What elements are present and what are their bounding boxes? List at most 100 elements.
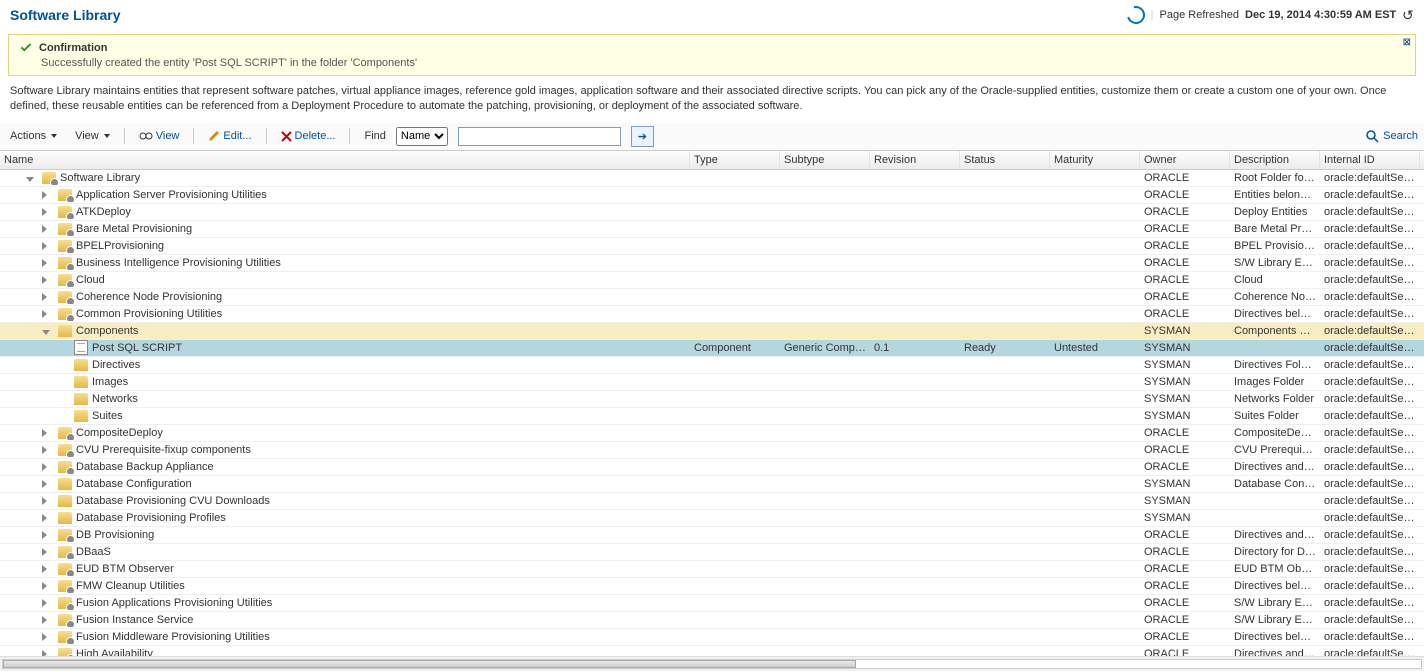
node-label: Database Provisioning Profiles xyxy=(76,512,226,524)
col-name[interactable]: Name xyxy=(0,151,690,169)
page-header: Software Library | Page Refreshed Dec 19… xyxy=(0,0,1424,30)
cell-mat xyxy=(1050,296,1140,298)
expand-icon[interactable] xyxy=(42,496,52,506)
table-row[interactable]: ImagesSYSMANImages Folderoracle:defaultS… xyxy=(0,374,1424,391)
expand-icon[interactable] xyxy=(42,547,52,557)
folder-icon xyxy=(74,410,88,422)
expand-icon[interactable] xyxy=(42,530,52,540)
cell-desc: Database Configur… xyxy=(1230,477,1320,491)
table-row[interactable]: Fusion Applications Provisioning Utiliti… xyxy=(0,595,1424,612)
find-go-button[interactable]: ➔ xyxy=(631,126,654,147)
table-row[interactable]: Database Backup ApplianceORACLEDirective… xyxy=(0,459,1424,476)
search-button[interactable]: Search xyxy=(1365,129,1418,143)
table-row[interactable]: CVU Prerequisite-fixup componentsORACLEC… xyxy=(0,442,1424,459)
table-row[interactable]: Bare Metal ProvisioningORACLEBare Metal … xyxy=(0,221,1424,238)
delete-icon xyxy=(281,131,292,142)
table-row[interactable]: Database Provisioning ProfilesSYSMANorac… xyxy=(0,510,1424,527)
cell-status xyxy=(960,466,1050,468)
col-revision[interactable]: Revision xyxy=(870,151,960,169)
node-label: Bare Metal Provisioning xyxy=(76,223,192,235)
cell-desc: Directory for Data… xyxy=(1230,545,1320,559)
expand-icon[interactable] xyxy=(42,479,52,489)
refresh-icon[interactable]: ↻ xyxy=(1402,7,1414,24)
col-internal-id[interactable]: Internal ID xyxy=(1320,151,1420,169)
table-row[interactable]: Fusion Instance ServiceORACLES/W Library… xyxy=(0,612,1424,629)
col-subtype[interactable]: Subtype xyxy=(780,151,870,169)
delete-button[interactable]: Delete... xyxy=(277,129,340,143)
expand-icon[interactable] xyxy=(42,241,52,251)
collapse-icon[interactable] xyxy=(42,326,52,336)
col-maturity[interactable]: Maturity xyxy=(1050,151,1140,169)
table-row[interactable]: DB ProvisioningORACLEDirectives and Comp… xyxy=(0,527,1424,544)
table-row[interactable]: EUD BTM ObserverORACLEEUD BTM Observeror… xyxy=(0,561,1424,578)
close-icon[interactable]: ⊠ xyxy=(1403,37,1411,48)
expand-icon[interactable] xyxy=(42,292,52,302)
node-label: FMW Cleanup Utilities xyxy=(76,580,185,592)
col-owner[interactable]: Owner xyxy=(1140,151,1230,169)
actions-menu[interactable]: Actions xyxy=(6,129,61,143)
table-row[interactable]: Common Provisioning UtilitiesORACLEDirec… xyxy=(0,306,1424,323)
col-description[interactable]: Description xyxy=(1230,151,1320,169)
scrollbar-thumb[interactable] xyxy=(3,660,856,668)
table-row[interactable]: DirectivesSYSMANDirectives Folderoracle:… xyxy=(0,357,1424,374)
expand-icon[interactable] xyxy=(42,632,52,642)
table-row[interactable]: BPELProvisioningORACLEBPEL Provisioning … xyxy=(0,238,1424,255)
table-row[interactable]: CompositeDeployORACLECompositeDeploy Ent… xyxy=(0,425,1424,442)
cell-subtype xyxy=(780,279,870,281)
view-button[interactable]: View xyxy=(135,129,184,143)
cell-rev xyxy=(870,534,960,536)
cell-type xyxy=(690,330,780,332)
expand-icon[interactable] xyxy=(42,615,52,625)
edit-button[interactable]: Edit... xyxy=(204,129,255,143)
table-row[interactable]: Application Server Provisioning Utilitie… xyxy=(0,187,1424,204)
file-icon xyxy=(74,340,88,355)
expand-icon[interactable] xyxy=(42,445,52,455)
cell-subtype xyxy=(780,228,870,230)
expand-icon[interactable] xyxy=(42,224,52,234)
expand-icon[interactable] xyxy=(42,581,52,591)
table-row[interactable]: Software LibraryORACLERoot Folder for So… xyxy=(0,170,1424,187)
table-row[interactable]: Business Intelligence Provisioning Utili… xyxy=(0,255,1424,272)
view-menu[interactable]: View xyxy=(71,129,114,143)
table-row[interactable]: SuitesSYSMANSuites Folderoracle:defaultS… xyxy=(0,408,1424,425)
cell-owner: ORACLE xyxy=(1140,579,1230,593)
horizontal-scrollbar[interactable] xyxy=(0,656,1424,671)
table-row[interactable]: FMW Cleanup UtilitiesORACLEDirectives be… xyxy=(0,578,1424,595)
expand-icon[interactable] xyxy=(42,428,52,438)
table-row[interactable]: Database ConfigurationSYSMANDatabase Con… xyxy=(0,476,1424,493)
table-row[interactable]: NetworksSYSMANNetworks Folderoracle:defa… xyxy=(0,391,1424,408)
table-row[interactable]: ATKDeployORACLEDeploy Entitiesoracle:def… xyxy=(0,204,1424,221)
refresh-status-icon[interactable] xyxy=(1123,3,1148,28)
table-row[interactable]: Fusion Middleware Provisioning Utilities… xyxy=(0,629,1424,646)
table-row[interactable]: CloudORACLECloudoracle:defaultServi… xyxy=(0,272,1424,289)
cell-iid: oracle:defaultService xyxy=(1320,205,1420,219)
expand-icon[interactable] xyxy=(42,462,52,472)
expand-icon[interactable] xyxy=(42,258,52,268)
collapse-icon[interactable] xyxy=(26,173,36,183)
cell-rev xyxy=(870,279,960,281)
table-row[interactable]: Coherence Node ProvisioningORACLECoheren… xyxy=(0,289,1424,306)
cell-owner: ORACLE xyxy=(1140,239,1230,253)
node-label: Common Provisioning Utilities xyxy=(76,308,222,320)
expand-icon[interactable] xyxy=(42,207,52,217)
table-row[interactable]: DBaaSORACLEDirectory for Data…oracle:def… xyxy=(0,544,1424,561)
expand-icon[interactable] xyxy=(42,275,52,285)
table-row[interactable]: Database Provisioning CVU DownloadsSYSMA… xyxy=(0,493,1424,510)
col-type[interactable]: Type xyxy=(690,151,780,169)
find-input[interactable] xyxy=(458,127,621,146)
expand-icon[interactable] xyxy=(42,513,52,523)
find-type-select[interactable]: Name xyxy=(396,127,448,146)
cell-desc: Components Folder xyxy=(1230,324,1320,338)
table-row[interactable]: Post SQL SCRIPTComponentGeneric Componen… xyxy=(0,340,1424,357)
expand-icon[interactable] xyxy=(42,309,52,319)
cell-mat xyxy=(1050,534,1140,536)
expand-icon[interactable] xyxy=(42,564,52,574)
expand-icon[interactable] xyxy=(42,190,52,200)
folder-gear-icon xyxy=(58,223,72,235)
table-row[interactable]: ComponentsSYSMANComponents Folderoracle:… xyxy=(0,323,1424,340)
expand-icon[interactable] xyxy=(42,598,52,608)
node-label: Directives xyxy=(92,359,140,371)
col-status[interactable]: Status xyxy=(960,151,1050,169)
folder-icon xyxy=(74,393,88,405)
cell-mat xyxy=(1050,330,1140,332)
